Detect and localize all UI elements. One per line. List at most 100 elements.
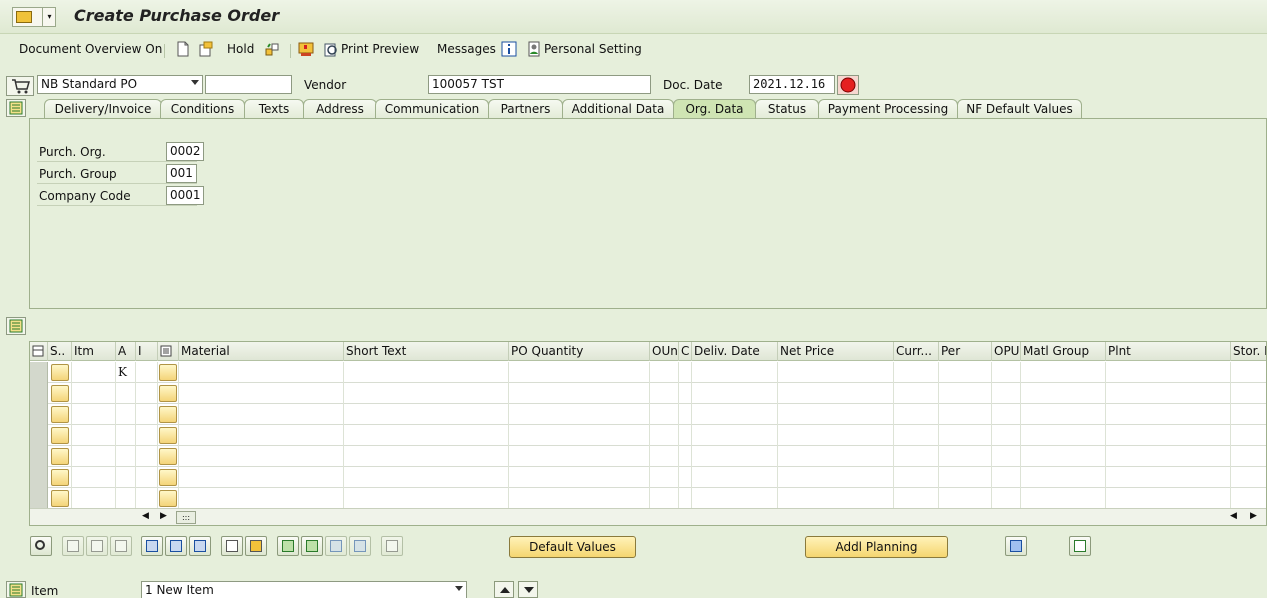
status-button[interactable] [51,448,69,465]
table-cell[interactable] [116,383,136,404]
table-cell[interactable] [1231,383,1266,404]
col-header[interactable]: C [679,342,692,361]
col-header[interactable]: Net Price [778,342,894,361]
status-button[interactable] [51,469,69,486]
tab-address[interactable]: Address [303,99,377,119]
personal-setting-button[interactable]: Personal Setting [544,42,642,56]
table-cell[interactable] [72,383,116,404]
table-cell[interactable] [344,467,509,488]
company-code-field[interactable]: 0001 [166,186,204,205]
copy-row-button[interactable] [62,536,84,556]
deselect-all-button[interactable] [245,536,267,556]
table-cell[interactable] [1021,488,1106,509]
item-detail-button[interactable] [159,406,177,423]
open-document-icon[interactable] [198,41,214,57]
table-cell[interactable] [992,362,1021,383]
edit-row-button[interactable] [86,536,108,556]
item-detail-button[interactable] [159,469,177,486]
print-preview-button[interactable]: Print Preview [341,42,419,56]
table-cell[interactable] [509,383,650,404]
tab-payment-processing[interactable]: Payment Processing [818,99,958,119]
filter-button[interactable] [325,536,347,556]
next-item-button[interactable] [518,581,538,598]
table-cell[interactable] [679,404,692,425]
hold-button[interactable]: Hold [227,42,254,56]
table-cell[interactable] [939,362,992,383]
table-cell[interactable] [72,362,116,383]
table-cell[interactable] [650,362,679,383]
planning-detail-button[interactable] [1005,536,1027,556]
table-cell[interactable] [1231,425,1266,446]
table-cell[interactable] [679,362,692,383]
tab-texts[interactable]: Texts [244,99,304,119]
table-cell[interactable] [1231,362,1266,383]
table-cell[interactable] [679,488,692,509]
table-cell[interactable] [939,425,992,446]
check-icon[interactable] [264,41,280,57]
table-cell[interactable] [509,488,650,509]
table-cell[interactable] [650,446,679,467]
row-selector[interactable] [30,383,48,404]
table-cell[interactable] [1231,446,1266,467]
table-cell[interactable] [679,425,692,446]
table-cell[interactable] [679,467,692,488]
table-cell[interactable] [179,488,344,509]
table-cell[interactable] [344,362,509,383]
tab-additional-data[interactable]: Additional Data [562,99,674,119]
status-button[interactable] [51,406,69,423]
table-cell[interactable] [894,425,939,446]
lock-button[interactable] [165,536,187,556]
table-cell[interactable] [650,383,679,404]
table-cell[interactable] [939,467,992,488]
table-cell[interactable] [1021,404,1106,425]
messages-button[interactable]: Messages [437,42,496,56]
table-cell[interactable] [1106,446,1231,467]
table-cell[interactable] [894,383,939,404]
table-cell[interactable] [778,446,894,467]
table-cell[interactable] [72,488,116,509]
col-header[interactable]: Itm [72,342,116,361]
table-cell[interactable] [992,425,1021,446]
table-cell[interactable] [692,404,778,425]
row-selector[interactable] [30,467,48,488]
table-cell[interactable] [72,404,116,425]
row-selector[interactable] [30,446,48,467]
status-button[interactable] [51,490,69,507]
table-cell[interactable] [136,404,158,425]
table-cell[interactable] [1106,404,1231,425]
item-select[interactable]: 1 New Item [141,581,467,598]
table-cell[interactable] [179,404,344,425]
table-cell[interactable] [179,446,344,467]
row-selector[interactable] [30,425,48,446]
paste-row-button[interactable] [110,536,132,556]
po-number-field[interactable] [205,75,292,94]
table-cell[interactable] [179,362,344,383]
purch-group-field[interactable]: 001 [166,164,197,183]
po-type-select[interactable]: NB Standard PO [37,75,203,94]
table-cell[interactable] [692,467,778,488]
col-header[interactable]: Deliv. Date [692,342,778,361]
vendor-field[interactable]: 100057 TST [428,75,651,94]
details-button[interactable] [30,536,52,556]
table-cell[interactable] [650,404,679,425]
sort-ascending-button[interactable] [277,536,299,556]
table-cell[interactable] [72,446,116,467]
tab-partners[interactable]: Partners [488,99,563,119]
table-cell[interactable] [778,383,894,404]
addl-planning-button[interactable]: Addl Planning [805,536,948,558]
scroll-thumb[interactable]: ::: [176,511,196,524]
table-cell[interactable] [650,488,679,509]
table-cell[interactable] [894,446,939,467]
item-detail-button[interactable] [159,448,177,465]
table-cell[interactable] [136,467,158,488]
table-cell[interactable] [1106,362,1231,383]
cart-button[interactable] [6,76,34,96]
previous-item-button[interactable] [494,581,514,598]
table-cell[interactable] [939,404,992,425]
select-all-icon[interactable] [30,342,48,361]
table-cell[interactable] [992,488,1021,509]
table-cell[interactable] [136,446,158,467]
table-cell[interactable] [778,404,894,425]
table-cell[interactable] [692,488,778,509]
tab-conditions[interactable]: Conditions [160,99,245,119]
